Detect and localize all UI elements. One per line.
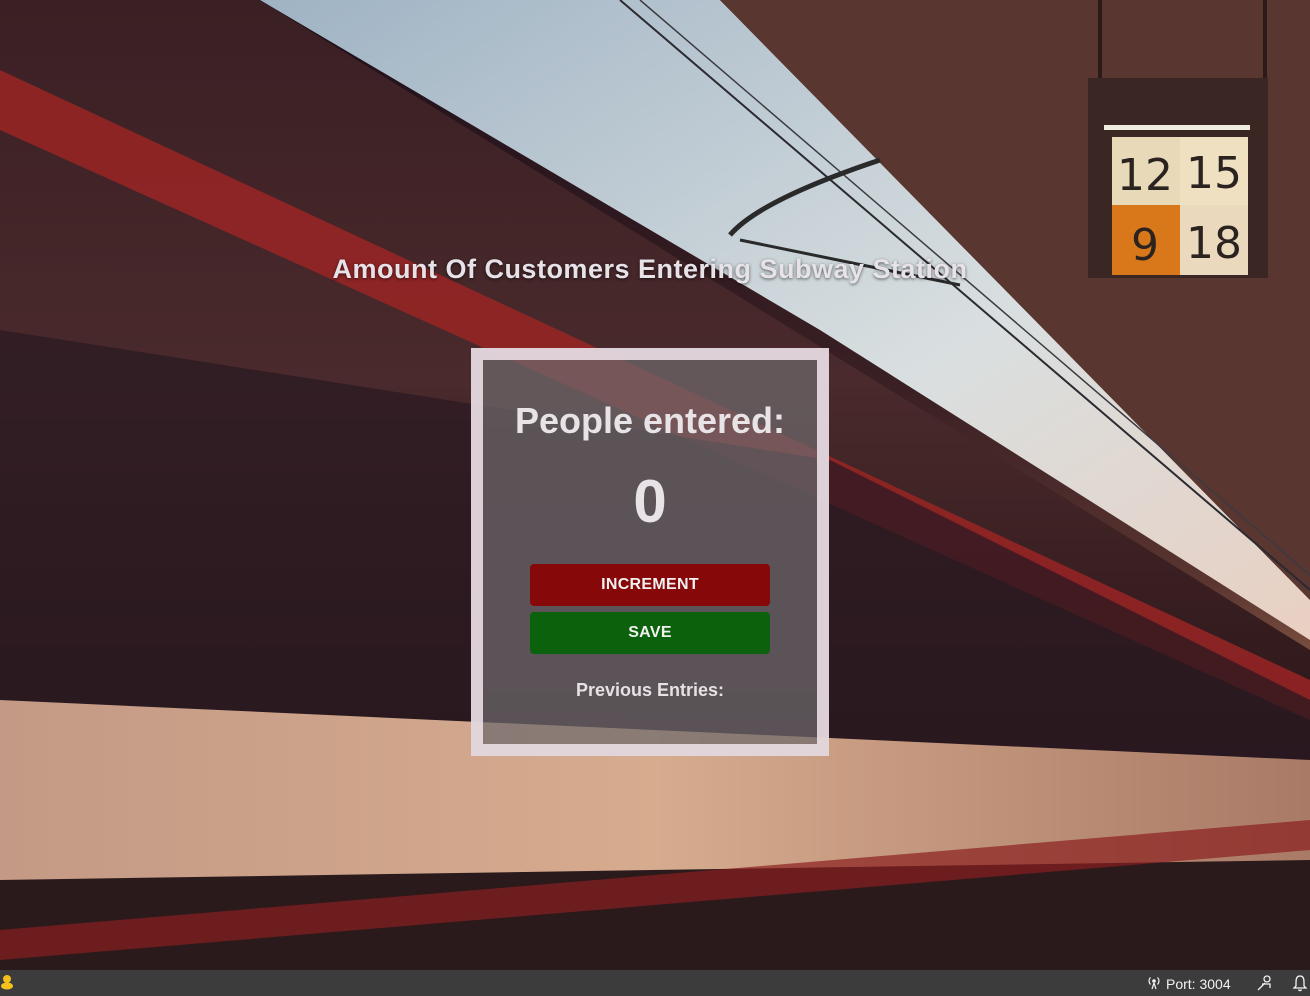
status-bar: Port: 3004 [0, 970, 1310, 996]
app-viewport: 12 15 9 18 Amount Of Customers Entering … [0, 0, 1310, 970]
increment-button[interactable]: INCREMENT [530, 564, 770, 606]
duck-icon[interactable] [0, 974, 16, 992]
count-title: People entered: [514, 400, 786, 441]
port-label: Port: 3004 [1166, 975, 1231, 992]
counter-card: People entered: 0 INCREMENT SAVE Previou… [471, 348, 829, 756]
feedback-icon[interactable] [1256, 974, 1274, 995]
count-value: 0 [633, 468, 667, 535]
svg-text:12: 12 [1117, 150, 1173, 201]
bell-icon[interactable] [1292, 974, 1308, 995]
previous-entries-label: Previous Entries: [575, 680, 725, 700]
save-button[interactable]: SAVE [530, 612, 770, 654]
page-heading: Amount Of Customers Entering Subway Stat… [332, 254, 968, 284]
broadcast-icon [1146, 974, 1162, 993]
port-indicator[interactable]: Port: 3004 [1146, 974, 1231, 993]
svg-text:15: 15 [1186, 148, 1242, 199]
